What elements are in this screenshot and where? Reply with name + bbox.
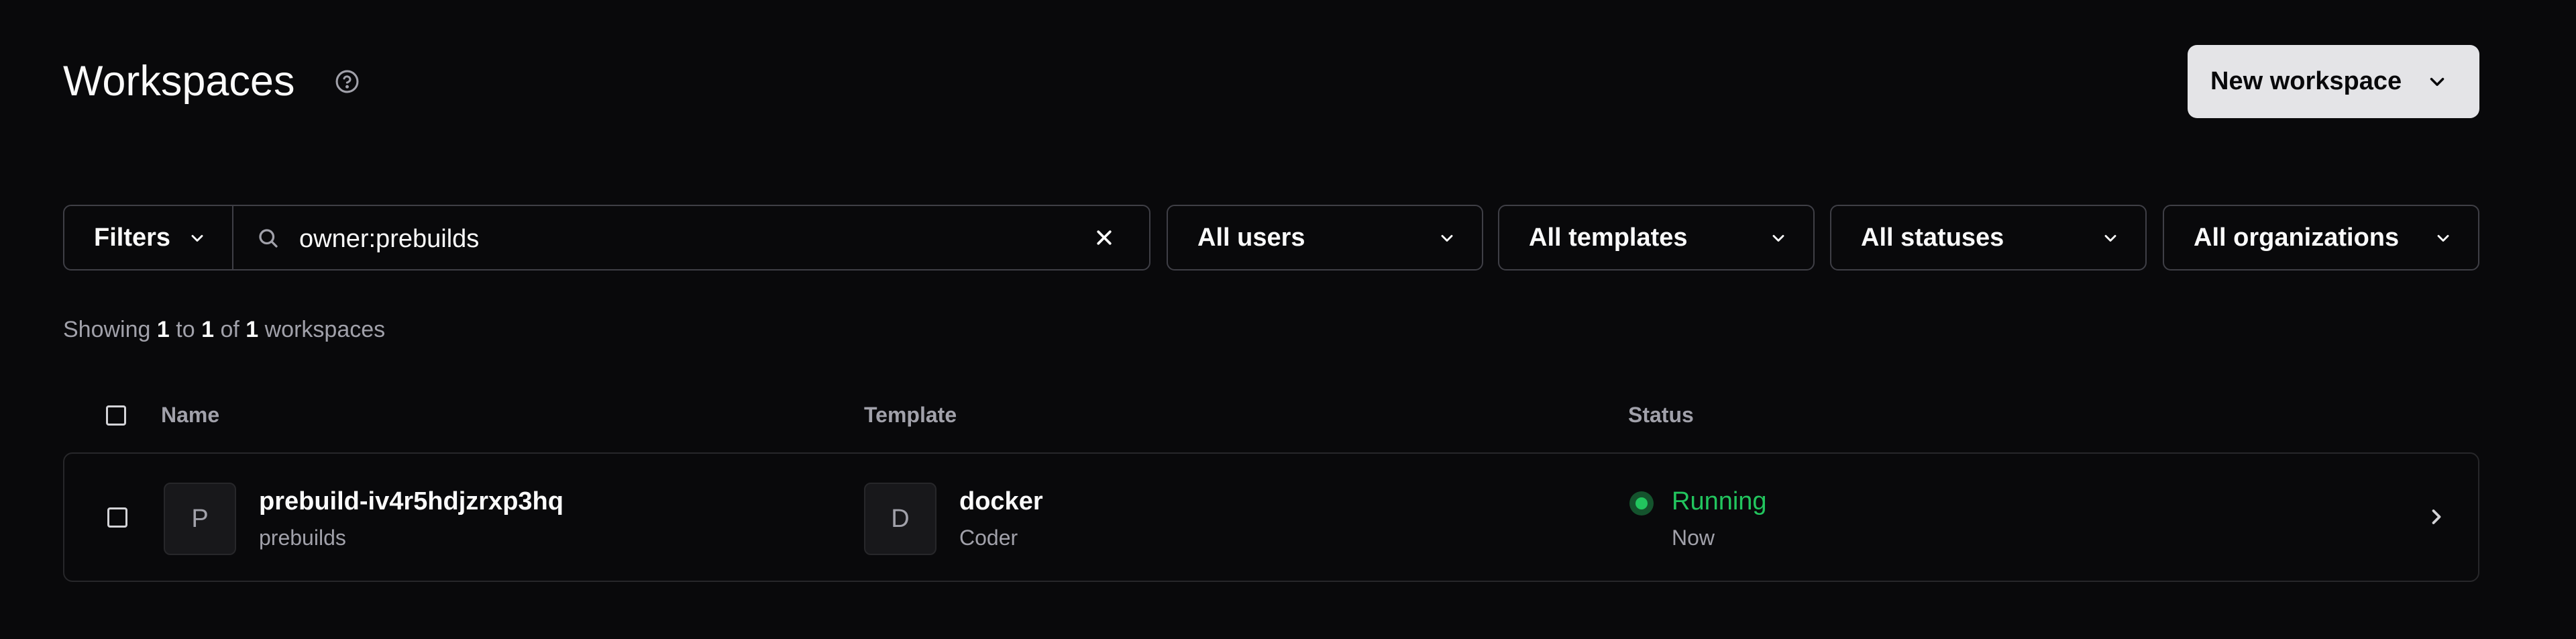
status-indicator — [1629, 491, 1654, 515]
chevron-right-icon[interactable] — [2424, 505, 2449, 529]
statuses-select-label: All statuses — [1861, 223, 2004, 252]
chevron-down-icon — [1441, 235, 1453, 242]
search-value: owner:prebuilds — [299, 225, 480, 253]
row-checkbox[interactable] — [107, 507, 127, 528]
column-header-status[interactable]: Status — [1628, 403, 1694, 428]
help-circle-icon[interactable] — [335, 69, 360, 94]
new-workspace-button[interactable]: New workspace — [2188, 45, 2479, 118]
column-header-name[interactable]: Name — [161, 403, 219, 428]
templates-select-label: All templates — [1529, 223, 1688, 252]
result-count-total: 1 — [246, 317, 259, 342]
template-avatar: D — [864, 483, 936, 555]
organizations-select-label: All organizations — [2194, 223, 2400, 252]
status-badge: Running — [1672, 487, 1767, 515]
select-all-checkbox[interactable] — [106, 405, 126, 426]
chevron-down-icon — [1772, 235, 1784, 242]
table-row[interactable]: P prebuild-iv4r5hdjzrxp3hq prebuilds D d… — [63, 452, 2479, 582]
result-count-suffix: workspaces — [264, 317, 386, 342]
workspace-owner: prebuilds — [259, 526, 346, 550]
result-count-from: 1 — [156, 317, 170, 342]
status-time: Now — [1672, 526, 1715, 550]
filters-button[interactable]: Filters — [64, 206, 233, 269]
filters-label: Filters — [94, 223, 171, 252]
chevron-down-icon — [2430, 77, 2445, 87]
users-select[interactable]: All users — [1167, 205, 1483, 271]
search-icon — [259, 229, 278, 248]
filter-bar: Filters owner:prebuilds — [63, 205, 1150, 271]
chevron-down-icon — [2104, 235, 2116, 242]
close-icon[interactable] — [1094, 228, 1114, 248]
page-title: Workspaces — [63, 58, 295, 105]
chevron-down-icon — [191, 235, 203, 242]
statuses-select[interactable]: All statuses — [1830, 205, 2147, 271]
result-count-of-word: of — [220, 317, 239, 342]
result-count-to-word: to — [176, 317, 195, 342]
workspace-name[interactable]: prebuild-iv4r5hdjzrxp3hq — [259, 487, 564, 516]
template-name: docker — [959, 487, 1043, 515]
templates-select[interactable]: All templates — [1498, 205, 1815, 271]
result-count: Showing 1 to 1 of 1 workspaces — [63, 317, 385, 343]
workspace-avatar: P — [164, 483, 236, 555]
new-workspace-label: New workspace — [2210, 67, 2402, 95]
result-count-to: 1 — [201, 317, 214, 342]
chevron-down-icon — [2437, 235, 2449, 242]
template-organization: Coder — [959, 526, 1018, 550]
result-count-prefix: Showing — [63, 317, 151, 342]
column-header-template[interactable]: Template — [864, 403, 957, 428]
users-select-label: All users — [1197, 223, 1305, 252]
search-input[interactable]: owner:prebuilds — [233, 206, 1149, 269]
organizations-select[interactable]: All organizations — [2163, 205, 2479, 271]
workspaces-page: Workspaces New workspace Filters owner:p… — [0, 0, 2576, 639]
